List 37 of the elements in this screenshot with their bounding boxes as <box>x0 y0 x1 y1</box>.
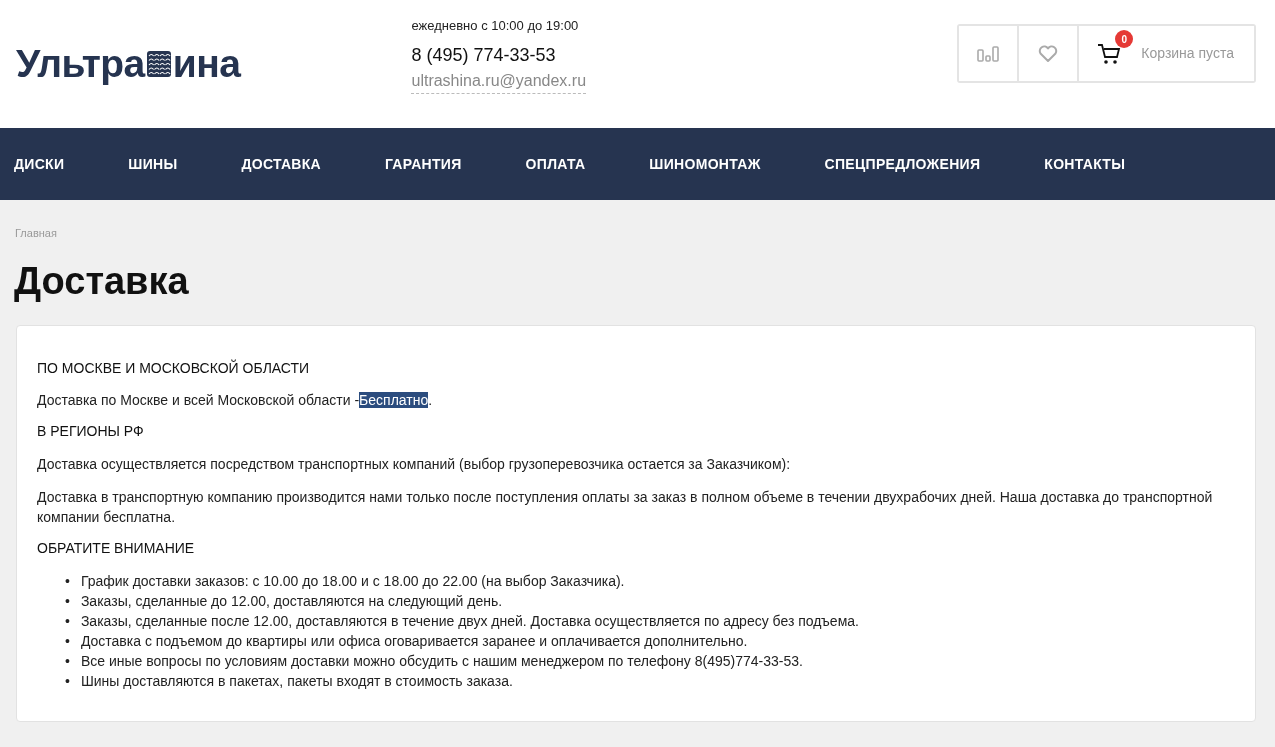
bullet: • <box>65 572 70 591</box>
page-title: Доставка <box>13 259 190 304</box>
bullet: • <box>65 672 70 691</box>
section-heading: ПО МОСКВЕ И МОСКОВСКОЙ ОБЛАСТИ <box>37 359 311 377</box>
nav-link[interactable]: ДОСТАВКА <box>241 153 321 175</box>
list-item: Заказы, сделанные до 12.00, доставляются на следующий день. <box>80 592 503 611</box>
bullet: • <box>65 652 70 671</box>
list-item: Все иные вопросы по условиям доставки можно обсудить с нашим менеджером по телефону 8(495)774-33-53. <box>80 652 803 671</box>
email-link[interactable]: ultrashina.ru@yandex.ru <box>411 68 587 94</box>
paragraph: Доставка осуществляется посредством транспортных компаний (выбор грузоперевозчика остается за Заказчиком): <box>37 455 792 475</box>
nav-link[interactable]: ОПЛАТА <box>525 153 586 175</box>
nav-link[interactable]: ШИНОМОНТАЖ <box>649 153 761 175</box>
bullet: • <box>65 612 70 631</box>
logo[interactable]: Ультра ина <box>16 0 241 128</box>
cart-count-badge: 0 <box>1115 30 1134 49</box>
tire-tread-icon <box>146 51 171 77</box>
list-item: Заказы, сделанные после 12.00, доставляются в течение двух дней. Доставка осуществляется по адресу без подъема. <box>80 612 859 631</box>
paragraph: Доставка в транспортную компанию производится нами только после поступления оплаты за заказ в полном объеме в течении двухрабочих дней. Наша доставка до транспортной компании бесплатна. <box>37 488 1214 528</box>
section-heading: В РЕГИОНЫ РФ <box>37 423 145 441</box>
phone-link[interactable]: 8 (495) 774-33-53 <box>411 41 556 69</box>
bullet: • <box>65 592 70 611</box>
nav-link[interactable]: СПЕЦПРЕДЛОЖЕНИЯ <box>824 153 981 175</box>
nav-link[interactable]: ГАРАНТИЯ <box>385 153 462 175</box>
nav-link[interactable]: КОНТАКТЫ <box>1044 153 1126 175</box>
compare-button[interactable] <box>959 26 1020 81</box>
heart-icon <box>1038 44 1059 63</box>
nav-link[interactable]: ДИСКИ <box>14 153 65 175</box>
work-hours: ежедневно с 10:00 до 19:00 <box>411 17 579 35</box>
bullet: • <box>65 632 70 651</box>
list-item: Доставка с подъемом до квартиры или офиса оговаривается заранее и оплачивается дополнительно. <box>80 632 748 651</box>
paragraph: Доставка по Москве и всей Московской области -Бесплатно. <box>37 391 434 411</box>
list-item: График доставки заказов: с 10.00 до 18.00 и с 18.00 до 22.00 (на выбор Заказчика). <box>80 572 625 591</box>
section-heading: ОБРАТИТЕ ВНИМАНИЕ <box>37 540 196 557</box>
list-item: Шины доставляются в пакетах, пакеты входят в стоимость заказа. <box>80 672 513 691</box>
nav-link[interactable]: ШИНЫ <box>128 153 178 175</box>
bar-chart-icon <box>977 45 1000 62</box>
cart-icon <box>1097 42 1122 65</box>
